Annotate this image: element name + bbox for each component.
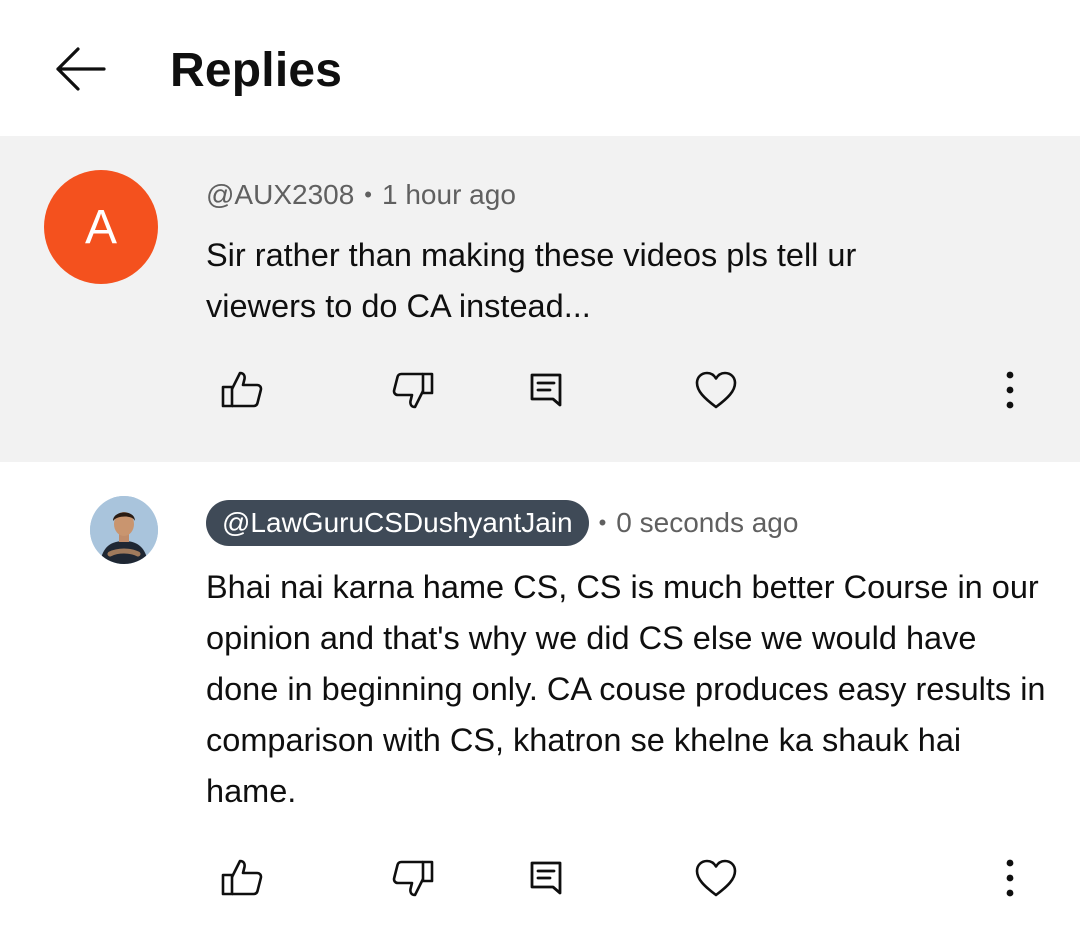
person-avatar-icon — [90, 496, 158, 564]
reply-comment-icon — [528, 370, 564, 410]
more-vertical-icon — [1004, 858, 1016, 898]
reply-comment: @LawGuruCSDushyantJain • 0 seconds ago B… — [0, 462, 1080, 949]
comment-time: 1 hour ago — [382, 179, 516, 210]
heart-button[interactable] — [684, 358, 748, 422]
heart-button[interactable] — [684, 846, 748, 910]
avatar[interactable] — [90, 496, 158, 564]
avatar-letter: A — [84, 200, 117, 254]
reply-button[interactable] — [514, 358, 578, 422]
dislike-button[interactable] — [381, 358, 445, 422]
avatar[interactable]: A — [44, 170, 158, 284]
top-bar: Replies — [0, 0, 1080, 136]
comment-meta: @LawGuruCSDushyantJain • 0 seconds ago — [206, 500, 798, 546]
more-options-button[interactable] — [978, 358, 1042, 422]
heart-icon — [694, 858, 738, 898]
like-button[interactable] — [210, 846, 274, 910]
meta-separator: • — [364, 182, 372, 207]
author-handle-badge[interactable]: @LawGuruCSDushyantJain — [206, 500, 589, 546]
parent-comment: A @AUX2308 • 1 hour ago Sir rather than … — [0, 136, 1080, 462]
thumbs-down-icon — [391, 370, 435, 410]
back-button[interactable] — [44, 38, 116, 100]
heart-icon — [694, 370, 738, 410]
reply-button[interactable] — [514, 846, 578, 910]
thumbs-up-icon — [220, 370, 264, 410]
comment-meta: @AUX2308 • 1 hour ago — [206, 174, 516, 216]
more-vertical-icon — [1004, 370, 1016, 410]
comment-text: Bhai nai karna hame CS, CS is much bette… — [206, 569, 1046, 809]
dislike-button[interactable] — [381, 846, 445, 910]
meta-separator: • — [598, 510, 607, 535]
comment-time: 0 seconds ago — [616, 507, 799, 538]
more-options-button[interactable] — [978, 846, 1042, 910]
thumbs-down-icon — [391, 858, 435, 898]
thumbs-up-icon — [220, 858, 264, 898]
like-button[interactable] — [210, 358, 274, 422]
comment-text: Sir rather than making these videos pls … — [206, 237, 857, 324]
reply-comment-icon — [528, 858, 564, 898]
author-handle[interactable]: @AUX2308 — [206, 179, 354, 211]
arrow-left-icon — [52, 45, 108, 93]
page-title: Replies — [170, 44, 343, 97]
